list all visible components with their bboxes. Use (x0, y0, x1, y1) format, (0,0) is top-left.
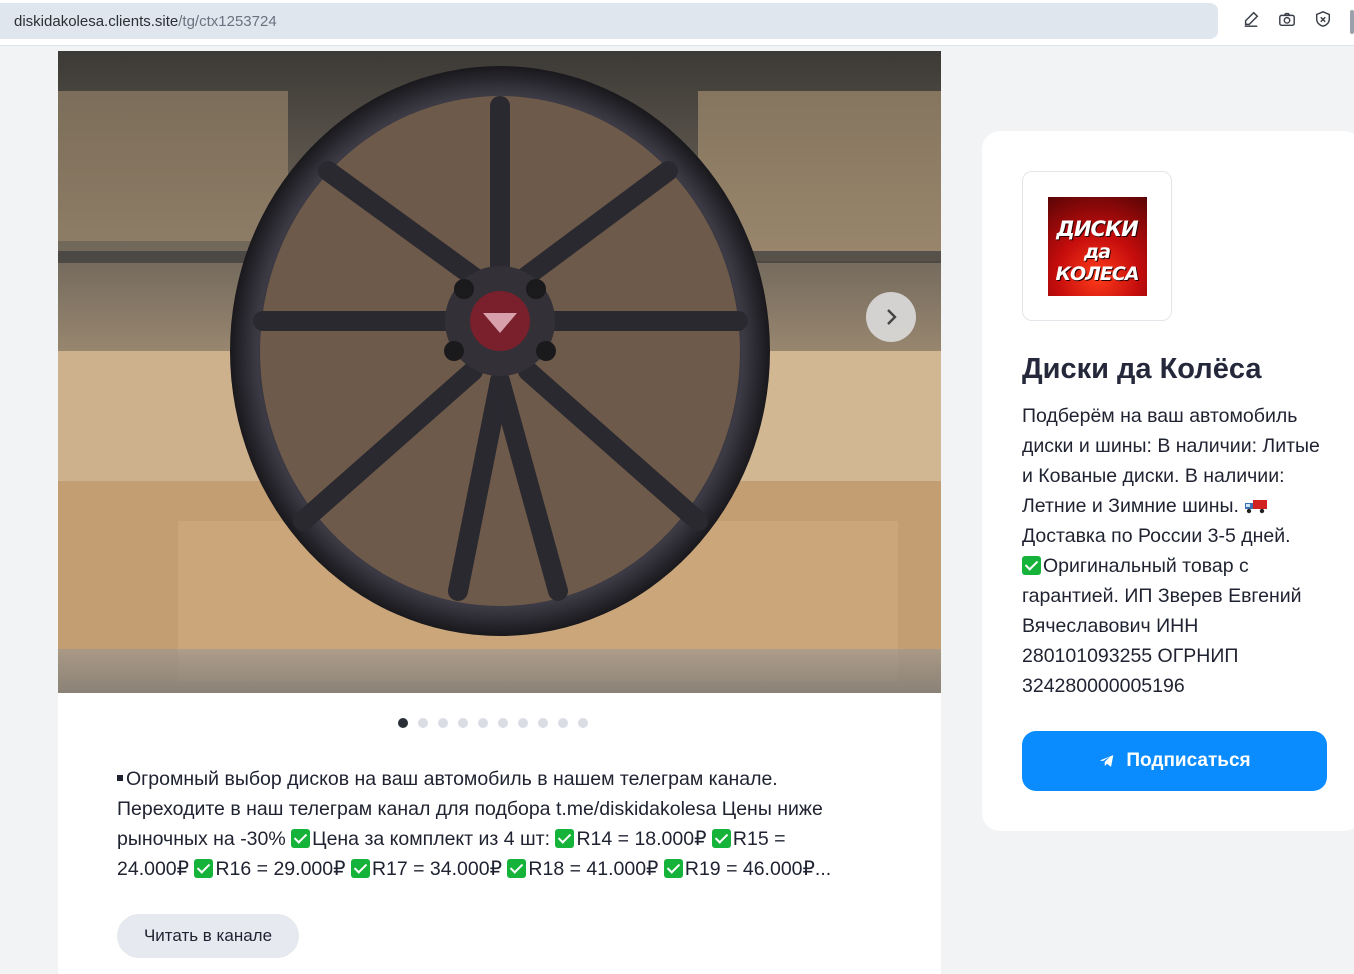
carousel-dot[interactable] (558, 718, 568, 728)
text-fragment: R15 = (732, 828, 786, 850)
url-path: /tg/ctx1253724 (178, 12, 277, 30)
text-line: 324280000005196 (1022, 671, 1340, 701)
bullet-square-icon (117, 775, 123, 781)
camera-icon[interactable] (1278, 10, 1296, 33)
text-line: гарантией. ИП Зверев Евгений (1022, 581, 1340, 611)
text-line: 280101093255 ОГРНИП (1022, 641, 1340, 671)
wheel-photo-image (58, 51, 941, 693)
text-line: Огромный выбор дисков на ваш автомобиль … (117, 764, 877, 794)
carousel-dot[interactable] (478, 718, 488, 728)
text-line: Подберём на ваш автомобиль (1022, 401, 1340, 431)
carousel-dot[interactable] (538, 718, 548, 728)
toolbar-icons (1242, 3, 1354, 39)
subscribe-label: Подписаться (1126, 750, 1251, 771)
channel-card: ДИСКИ да КОЛЕСА Диски да Колёса Подберём… (982, 131, 1354, 831)
text-line: диски и шины: В наличии: Литые (1022, 431, 1340, 461)
avatar-logo-line1: ДИСКИ (1056, 216, 1138, 241)
check-mark-icon (1022, 556, 1041, 575)
text-fragment: R16 = 29.000₽ (215, 858, 351, 880)
text-fragment: Подберём на ваш автомобиль (1022, 405, 1298, 427)
channel-name: Диски да Колёса (1022, 353, 1262, 385)
text-fragment: R19 = 46.000₽... (684, 858, 832, 880)
post-photo[interactable] (58, 51, 941, 693)
text-fragment: Огромный выбор дисков на ваш автомобиль … (126, 768, 778, 790)
check-mark-icon (194, 859, 214, 878)
window-edge (1350, 10, 1354, 34)
photo-shadow (58, 649, 941, 693)
text-fragment: Цена за комплект из 4 шт: (312, 828, 556, 850)
carousel-dot[interactable] (438, 718, 448, 728)
post-text: Огромный выбор дисков на ваш автомобиль … (117, 764, 877, 884)
text-fragment: диски и шины: В наличии: Литые (1022, 435, 1320, 457)
post-card: Огромный выбор дисков на ваш автомобиль … (58, 51, 941, 974)
delivery-truck-icon (1244, 493, 1268, 514)
text-fragment: Летние и Зимние шины. (1022, 495, 1245, 517)
carousel-dot[interactable] (398, 718, 408, 728)
channel-avatar: ДИСКИ да КОЛЕСА (1047, 196, 1147, 296)
chevron-right-icon (887, 309, 897, 325)
check-mark-icon (711, 829, 731, 848)
address-bar[interactable]: diskidakolesa.clients.site/tg/ctx1253724 (0, 3, 1218, 39)
text-line: 24.000₽ R16 = 29.000₽ R17 = 34.000₽ R18 … (117, 854, 877, 884)
text-fragment: и Кованые диски. В наличии: (1022, 465, 1285, 487)
text-line: рыночных на -30% Цена за комплект из 4 ш… (117, 824, 877, 854)
telegram-plane-icon (1100, 755, 1114, 767)
check-mark-icon (291, 829, 311, 848)
edit-icon[interactable] (1242, 10, 1260, 33)
check-mark-icon (663, 859, 683, 878)
text-fragment: Вячеславович ИНН (1022, 615, 1199, 637)
carousel-dot[interactable] (578, 718, 588, 728)
text-fragment: Доставка по России 3-5 дней. (1022, 525, 1291, 547)
text-fragment: 280101093255 ОГРНИП (1022, 645, 1239, 667)
text-fragment: Переходите в наш телеграм канал для подб… (117, 798, 823, 820)
subscribe-button[interactable]: Подписаться (1022, 731, 1327, 791)
carousel-dots (398, 718, 588, 728)
carousel-dot[interactable] (418, 718, 428, 728)
carousel-dot[interactable] (458, 718, 468, 728)
carousel-next-button[interactable] (866, 292, 916, 342)
check-mark-icon (555, 829, 575, 848)
text-fragment: 324280000005196 (1022, 675, 1185, 697)
text-fragment: R17 = 34.000₽ (371, 858, 508, 880)
avatar-logo-line2: да КОЛЕСА (1055, 240, 1139, 285)
text-fragment: R14 = 18.000₽ (576, 828, 712, 850)
text-line: Переходите в наш телеграм канал для подб… (117, 794, 877, 824)
carousel-dot[interactable] (518, 718, 528, 728)
channel-description: Подберём на ваш автомобиль диски и шины: … (1022, 401, 1340, 701)
check-mark-icon (507, 859, 527, 878)
text-line: и Кованые диски. В наличии: (1022, 461, 1340, 491)
carousel-dot[interactable] (498, 718, 508, 728)
text-fragment: Оригинальный товар с (1043, 555, 1249, 577)
text-line: Летние и Зимние шины. (1022, 491, 1340, 521)
text-fragment: рыночных на -30% (117, 828, 292, 850)
text-fragment: R18 = 41.000₽ (528, 858, 664, 880)
text-line: Оригинальный товар с (1022, 551, 1340, 581)
browser-toolbar: diskidakolesa.clients.site/tg/ctx1253724 (0, 0, 1354, 46)
shield-icon[interactable] (1314, 10, 1332, 33)
read-in-channel-button[interactable]: Читать в канале (117, 914, 299, 958)
text-fragment: 24.000₽ (117, 858, 195, 880)
text-line: Доставка по России 3-5 дней. (1022, 521, 1340, 551)
text-line: Вячеславович ИНН (1022, 611, 1340, 641)
url-host: diskidakolesa.clients.site (14, 12, 179, 30)
text-fragment: гарантией. ИП Зверев Евгений (1022, 585, 1302, 607)
check-mark-icon (350, 859, 370, 878)
channel-avatar-frame: ДИСКИ да КОЛЕСА (1022, 171, 1172, 321)
